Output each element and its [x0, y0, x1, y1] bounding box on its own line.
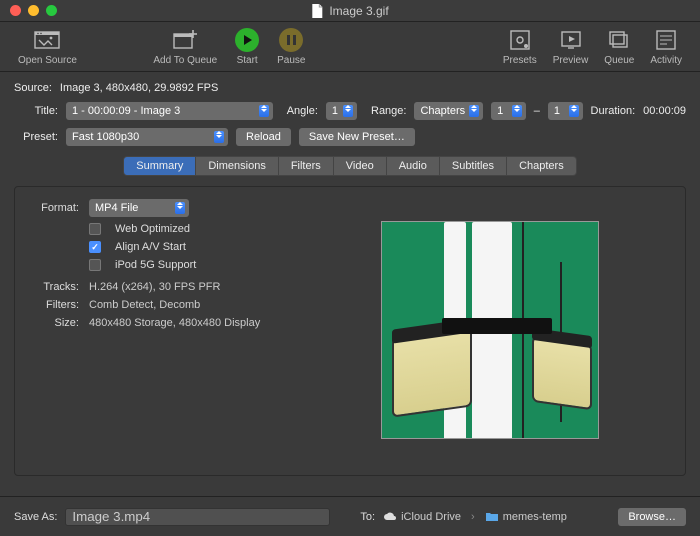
- preview-pane: [381, 199, 669, 463]
- range-dash: –: [534, 105, 540, 117]
- reload-button[interactable]: Reload: [236, 128, 291, 146]
- folder-icon: [485, 511, 499, 522]
- range-type-value: Chapters: [420, 105, 465, 117]
- tab-video[interactable]: Video: [334, 156, 387, 176]
- preset-select[interactable]: Fast 1080p30: [66, 128, 228, 146]
- tab-audio[interactable]: Audio: [387, 156, 440, 176]
- preset-value: Fast 1080p30: [72, 131, 139, 143]
- path-folder[interactable]: memes-temp: [485, 511, 567, 523]
- zoom-button[interactable]: [46, 5, 57, 16]
- angle-select[interactable]: 1: [326, 102, 357, 120]
- preview-label: Preview: [553, 55, 589, 66]
- pause-label: Pause: [277, 55, 305, 66]
- saveas-field[interactable]: [65, 508, 330, 526]
- pause-button[interactable]: Pause: [269, 27, 313, 66]
- tab-dimensions[interactable]: Dimensions: [196, 156, 278, 176]
- duration-value: 00:00:09: [643, 105, 686, 117]
- preview-image: [381, 221, 599, 439]
- path-root[interactable]: iCloud Drive: [383, 511, 461, 523]
- title-value: 1 - 00:00:09 - Image 3: [72, 105, 180, 117]
- activity-button[interactable]: Activity: [642, 27, 690, 66]
- align-av-label: Align A/V Start: [115, 241, 186, 253]
- filters-label: Filters:: [31, 299, 79, 311]
- presets-button[interactable]: Presets: [495, 27, 545, 66]
- open-source-button[interactable]: Open Source: [10, 27, 85, 66]
- range-from-select[interactable]: 1: [491, 102, 526, 120]
- tab-filters[interactable]: Filters: [279, 156, 334, 176]
- format-value: MP4 File: [95, 202, 138, 214]
- save-new-preset-button[interactable]: Save New Preset…: [299, 128, 415, 146]
- cloud-icon: [383, 512, 397, 522]
- play-icon: [235, 28, 259, 52]
- angle-value: 1: [332, 105, 338, 117]
- title-label: Title:: [14, 105, 58, 117]
- align-av-checkbox[interactable]: [89, 241, 101, 253]
- tab-subtitles[interactable]: Subtitles: [440, 156, 507, 176]
- range-type-select[interactable]: Chapters: [414, 102, 483, 120]
- range-label: Range:: [371, 105, 406, 117]
- size-label: Size:: [31, 317, 79, 329]
- path-folder-text: memes-temp: [503, 511, 567, 523]
- browse-button[interactable]: Browse…: [618, 508, 686, 526]
- pause-icon: [279, 28, 303, 52]
- queue-label: Queue: [604, 55, 634, 66]
- close-button[interactable]: [10, 5, 21, 16]
- filters-value: Comb Detect, Decomb: [89, 299, 200, 311]
- web-optimized-label: Web Optimized: [115, 223, 190, 235]
- ipod-5g-label: iPod 5G Support: [115, 259, 196, 271]
- add-to-queue-button[interactable]: Add To Queue: [145, 27, 225, 66]
- add-to-queue-label: Add To Queue: [153, 55, 217, 66]
- window-title: Image 3.gif: [311, 4, 388, 18]
- source-value: Image 3, 480x480, 29.9892 FPS: [60, 82, 218, 94]
- tracks-label: Tracks:: [31, 281, 79, 293]
- tab-bar: Summary Dimensions Filters Video Audio S…: [14, 156, 686, 176]
- tab-summary[interactable]: Summary: [123, 156, 196, 176]
- angle-label: Angle:: [287, 105, 318, 117]
- duration-label: Duration:: [591, 105, 636, 117]
- presets-label: Presets: [503, 55, 537, 66]
- start-button[interactable]: Start: [225, 27, 269, 66]
- source-label: Source:: [14, 82, 52, 94]
- range-to-value: 1: [554, 105, 560, 117]
- bottom-bar: Save As: To: iCloud Drive › memes-temp B…: [0, 496, 700, 536]
- range-to-select[interactable]: 1: [548, 102, 583, 120]
- queue-button[interactable]: Queue: [596, 27, 642, 66]
- start-label: Start: [237, 55, 258, 66]
- main-panel: Source: Image 3, 480x480, 29.9892 FPS Ti…: [0, 72, 700, 476]
- window-title-text: Image 3.gif: [329, 4, 388, 18]
- tab-chapters[interactable]: Chapters: [507, 156, 577, 176]
- window-controls: [10, 5, 57, 16]
- path-root-text: iCloud Drive: [401, 511, 461, 523]
- preset-label: Preset:: [14, 131, 58, 143]
- ipod-5g-checkbox[interactable]: [89, 259, 101, 271]
- size-value: 480x480 Storage, 480x480 Display: [89, 317, 260, 329]
- summary-panel: Format: MP4 File Web Optimized Align A/V…: [14, 186, 686, 476]
- saveas-label: Save As:: [14, 511, 57, 523]
- to-label: To:: [360, 511, 375, 523]
- toolbar: Open Source Add To Queue Start Pause Pre…: [0, 22, 700, 72]
- format-select[interactable]: MP4 File: [89, 199, 189, 217]
- document-icon: [311, 4, 323, 18]
- open-source-label: Open Source: [18, 55, 77, 66]
- web-optimized-checkbox[interactable]: [89, 223, 101, 235]
- range-from-value: 1: [497, 105, 503, 117]
- title-select[interactable]: 1 - 00:00:09 - Image 3: [66, 102, 273, 120]
- chevron-right-icon: ›: [471, 511, 475, 523]
- preview-button[interactable]: Preview: [545, 27, 597, 66]
- format-label: Format:: [31, 202, 79, 214]
- activity-label: Activity: [650, 55, 682, 66]
- tracks-value: H.264 (x264), 30 FPS PFR: [89, 281, 220, 293]
- minimize-button[interactable]: [28, 5, 39, 16]
- titlebar: Image 3.gif: [0, 0, 700, 22]
